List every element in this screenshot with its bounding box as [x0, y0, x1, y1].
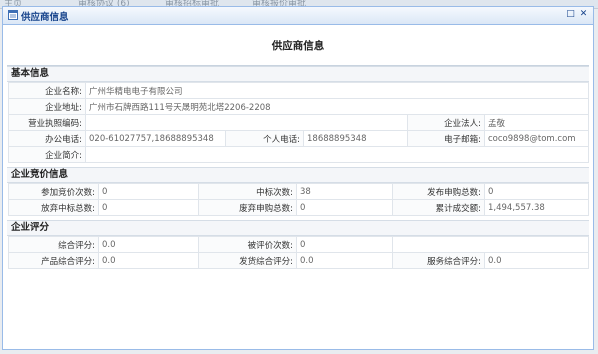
section-title-bidding: 企业竞价信息 — [7, 167, 589, 183]
table-row: 营业执照编码: 企业法人: 孟敬 — [8, 114, 590, 131]
address-label: 企业地址: — [8, 98, 86, 115]
shipping-rating-value: 0.0 — [296, 252, 393, 269]
window-app-icon — [8, 10, 18, 20]
supplier-info-window: 供应商信息 □ ✕ 供应商信息 基本信息 企业名称: 广州华精电电子有限公司 企… — [2, 6, 594, 350]
personal-phone-value: 18688895348 — [303, 130, 408, 147]
close-icon[interactable]: ✕ — [578, 9, 589, 20]
section-title-basic: 基本信息 — [7, 66, 589, 82]
license-value — [85, 114, 408, 131]
overall-rating-label: 综合评分: — [8, 236, 99, 253]
window-content: 供应商信息 基本信息 企业名称: 广州华精电电子有限公司 企业地址: 广州市石牌… — [7, 27, 590, 345]
table-row: 参加竞价次数: 0 中标次数: 38 发布申购总数: 0 — [8, 183, 589, 200]
empty-cell — [392, 236, 589, 253]
won-value: 38 — [296, 183, 393, 200]
published-label: 发布申购总数: — [392, 183, 485, 200]
company-name-value: 广州华精电电子有限公司 — [84, 82, 590, 99]
table-row: 产品综合评分: 0.0 发货综合评分: 0.0 服务综合评分: 0.0 — [8, 252, 589, 269]
abandon-won-value: 0 — [98, 199, 199, 216]
abandon-purchase-label: 废弃申购总数: — [198, 199, 297, 216]
window-titlebar[interactable]: 供应商信息 □ ✕ — [3, 7, 593, 25]
company-name-label: 企业名称: — [8, 82, 86, 99]
participate-value: 0 — [98, 183, 199, 200]
abandon-purchase-value: 0 — [296, 199, 393, 216]
address-value: 广州市石牌西路111号天晟明苑北塔2206-2208 — [84, 98, 590, 115]
intro-value — [84, 146, 590, 163]
table-row: 办公电话: 020-61027757,18688895348 个人电话: 186… — [8, 130, 590, 147]
email-value: coco9898@tom.com — [483, 130, 590, 147]
table-row: 放弃中标总数: 0 废弃申购总数: 0 累计成交额: 1,494,557.38 — [8, 199, 589, 216]
page-heading: 供应商信息 — [271, 40, 325, 52]
window-title: 供应商信息 — [21, 12, 69, 23]
table-row: 企业地址: 广州市石牌西路111号天晟明苑北塔2206-2208 — [8, 98, 590, 115]
service-rating-label: 服务综合评分: — [392, 252, 485, 269]
license-label: 营业执照编码: — [8, 114, 86, 131]
rating-info-table: 综合评分: 0.0 被评价次数: 0 产品综合评分: 0.0 发货综合评分: 0… — [8, 236, 589, 269]
total-deal-label: 累计成交额: — [392, 199, 485, 216]
won-label: 中标次数: — [198, 183, 297, 200]
bidding-info-table: 参加竞价次数: 0 中标次数: 38 发布申购总数: 0 放弃中标总数: 0 废… — [8, 183, 589, 216]
legal-rep-label: 企业法人: — [407, 114, 485, 131]
maximize-icon[interactable]: □ — [565, 9, 576, 20]
table-row: 综合评分: 0.0 被评价次数: 0 — [8, 236, 589, 253]
office-phone-value: 020-61027757,18688895348 — [85, 130, 226, 147]
total-deal-value: 1,494,557.38 — [484, 199, 589, 216]
overall-rating-value: 0.0 — [98, 236, 199, 253]
table-row: 企业简介: — [8, 146, 590, 163]
basic-info-table: 企业名称: 广州华精电电子有限公司 企业地址: 广州市石牌西路111号天晟明苑北… — [8, 82, 590, 163]
office-phone-label: 办公电话: — [8, 130, 86, 147]
product-rating-value: 0.0 — [98, 252, 199, 269]
rated-count-value: 0 — [296, 236, 393, 253]
abandon-won-label: 放弃中标总数: — [8, 199, 99, 216]
personal-phone-label: 个人电话: — [225, 130, 304, 147]
legal-rep-value: 孟敬 — [483, 114, 590, 131]
intro-label: 企业简介: — [8, 146, 86, 163]
participate-label: 参加竞价次数: — [8, 183, 99, 200]
service-rating-value: 0.0 — [484, 252, 589, 269]
product-rating-label: 产品综合评分: — [8, 252, 99, 269]
email-label: 电子邮箱: — [407, 130, 485, 147]
rated-count-label: 被评价次数: — [198, 236, 297, 253]
published-value: 0 — [484, 183, 589, 200]
shipping-rating-label: 发货综合评分: — [198, 252, 297, 269]
table-row: 企业名称: 广州华精电电子有限公司 — [8, 82, 590, 99]
section-title-rating: 企业评分 — [7, 220, 589, 236]
